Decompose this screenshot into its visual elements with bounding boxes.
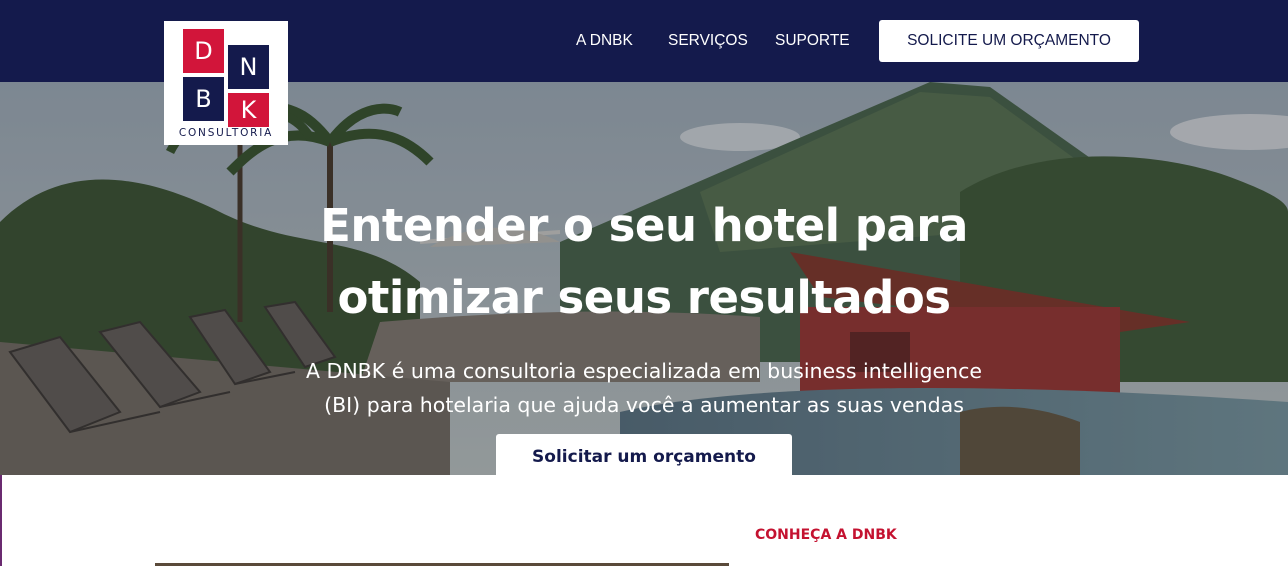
hero-request-quote-button[interactable]: Solicitar um orçamento (496, 434, 792, 475)
about-section-label: CONHEÇA A DNBK (755, 527, 897, 543)
logo-mark: D N B K (183, 29, 269, 127)
hero-subtitle-line-1: A DNBK é uma consultoria especializada e… (306, 359, 982, 383)
nav-link-suporte[interactable]: SUPORTE (775, 32, 850, 50)
hero-subtitle-line-2: (BI) para hotelaria que ajuda você a aum… (324, 393, 964, 417)
page: A DNBK SERVIÇOS SUPORTE SOLICITE UM ORÇA… (0, 0, 1288, 566)
hero-title-line-2: otimizar seus resultados (337, 271, 951, 324)
logo-letter-k: K (228, 93, 269, 127)
hero-subtitle: A DNBK é uma consultoria especializada e… (244, 354, 1044, 422)
hero-title-line-1: Entender o seu hotel para (320, 199, 968, 252)
request-quote-button[interactable]: SOLICITE UM ORÇAMENTO (879, 20, 1139, 62)
nav-link-servicos[interactable]: SERVIÇOS (668, 32, 748, 50)
dnbk-logo[interactable]: D N B K CONSULTORIA (164, 21, 288, 145)
logo-subtitle: CONSULTORIA (178, 127, 274, 139)
hero-title: Entender o seu hotel para otimizar seus … (244, 190, 1044, 334)
logo-letter-d: D (183, 29, 224, 73)
logo-letter-n: N (228, 45, 269, 89)
logo-letter-b: B (183, 77, 224, 121)
nav-link-a-dnbk[interactable]: A DNBK (576, 32, 633, 50)
